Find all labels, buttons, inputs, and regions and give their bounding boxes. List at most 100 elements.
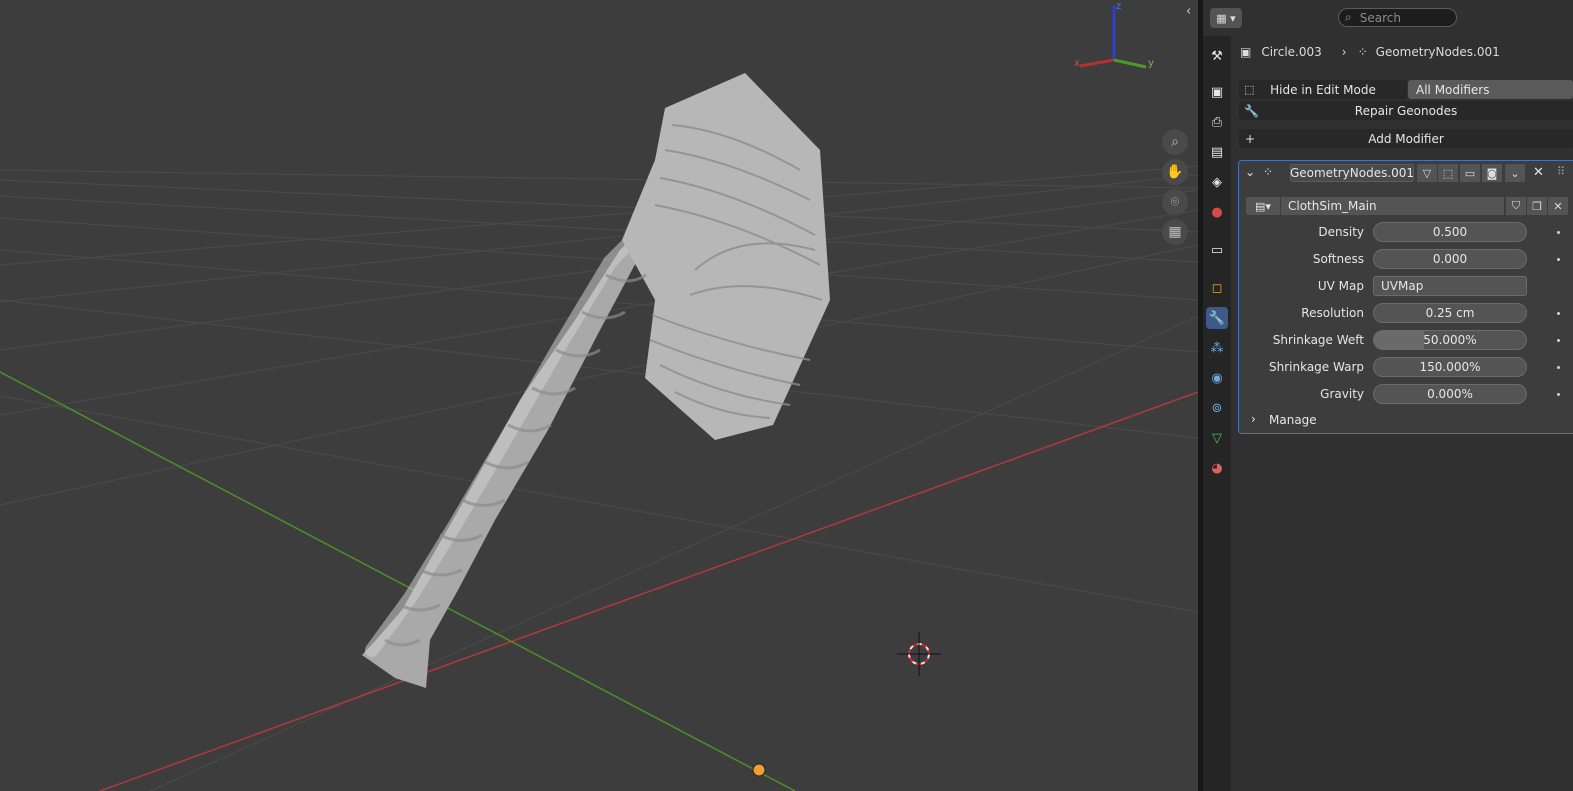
data-tab-icon[interactable]: ▽ — [1206, 427, 1228, 449]
modifier-tab-icon[interactable]: 🔧 — [1206, 307, 1228, 329]
shrinkage-weft-keyframe-dot-icon[interactable] — [1557, 339, 1560, 342]
wrench-icon: 🔧 — [1244, 103, 1259, 118]
grid-perspective-icon[interactable]: ▦ — [1162, 219, 1188, 245]
scene-tab-icon[interactable]: ◈ — [1206, 171, 1228, 193]
unlink-icon[interactable]: ✕ — [1548, 197, 1568, 215]
viewport-toggle-icon[interactable]: ▭ — [1460, 164, 1480, 182]
3d-cursor-icon[interactable] — [897, 632, 941, 676]
hide-in-edit-mode-label: Hide in Edit Mode — [1270, 82, 1376, 97]
physics-tab-icon[interactable]: ◉ — [1206, 367, 1228, 389]
manage-chevron-icon[interactable]: › — [1251, 412, 1256, 426]
floor-grid — [0, 165, 1198, 791]
geometry-nodes-icon: ⁘ — [1357, 45, 1368, 59]
collapse-arrow-icon[interactable]: ‹ — [1186, 4, 1191, 19]
add-modifier-label: Add Modifier — [1368, 131, 1444, 146]
view-layer-tab-icon[interactable]: ▤ — [1206, 141, 1228, 163]
close-icon[interactable]: ✕ — [1533, 165, 1544, 180]
node-group-field[interactable]: ClothSim_Main — [1281, 197, 1504, 215]
search-placeholder: Search — [1359, 10, 1401, 25]
particles-tab-icon[interactable]: ⁂ — [1206, 337, 1228, 359]
material-tab-icon[interactable]: ◕ — [1206, 457, 1228, 479]
hide-in-edit-mode-button[interactable]: ⬚ Hide in Edit Mode — [1239, 80, 1407, 99]
object-icon: ▣ — [1240, 45, 1252, 59]
resolution-value: 0.25 cm — [1425, 306, 1475, 320]
gravity-field[interactable]: 0.000% — [1373, 384, 1527, 404]
density-label: Density — [1318, 225, 1364, 239]
gizmo-y-label: y — [1148, 58, 1154, 69]
node-group-name: ClothSim_Main — [1288, 199, 1377, 213]
viewport-scene[interactable]: z y x — [0, 0, 1198, 791]
panel-collapse-icon[interactable]: ⌄ — [1245, 165, 1255, 179]
search-icon: ⌕ — [1345, 10, 1352, 24]
modifier-name: GeometryNodes.001 — [1289, 166, 1415, 180]
add-modifier-button[interactable]: + Add Modifier — [1239, 129, 1573, 148]
density-field[interactable]: 0.500 — [1373, 222, 1527, 242]
shrinkage-warp-label: Shrinkage Warp — [1268, 360, 1364, 374]
editor-type-button[interactable]: ▦ ▾ — [1210, 8, 1242, 28]
pan-hand-icon[interactable]: ✋ — [1162, 159, 1188, 185]
dropdown-chevron-icon[interactable]: ⌄ — [1505, 164, 1525, 182]
breadcrumb-separator-icon: › — [1341, 45, 1347, 59]
shrinkage-weft-slider-fill — [1374, 331, 1425, 349]
modifier-name-field[interactable]: GeometryNodes.001 — [1290, 164, 1414, 182]
properties-editor: ⚒ ▣ ⎙ ▤ ◈ ● ▭ ◻ 🔧 ⁂ ◉ ⊚ ▽ ◕ ▦ ▾ ⌕ Search… — [1203, 0, 1573, 791]
repair-geonodes-label: Repair Geonodes — [1354, 103, 1458, 118]
gizmo-z-label: z — [1116, 1, 1121, 12]
all-modifiers-button[interactable]: All Modifiers — [1408, 80, 1573, 99]
object-tab-icon[interactable]: ◻ — [1206, 277, 1228, 299]
search-input[interactable]: ⌕ Search — [1338, 8, 1457, 27]
constraints-tab-icon[interactable]: ⊚ — [1206, 397, 1228, 419]
plus-icon: + — [1245, 131, 1256, 146]
manage-label[interactable]: Manage — [1269, 413, 1317, 427]
camera-icon[interactable]: ⌾ — [1162, 189, 1188, 215]
3d-viewport[interactable]: z y x ⌕ ✋ ⌾ ▦ ‹ — [0, 0, 1198, 791]
duplicate-icon[interactable]: ❐ — [1527, 197, 1547, 215]
shrinkage-weft-field[interactable]: 50.000% — [1373, 330, 1527, 350]
softness-label: Softness — [1312, 252, 1364, 266]
repair-geonodes-button[interactable]: 🔧 Repair Geonodes — [1239, 101, 1573, 120]
softness-keyframe-dot-icon[interactable] — [1557, 258, 1560, 261]
output-tab-icon[interactable]: ⎙ — [1206, 111, 1228, 133]
cloth-mesh — [362, 73, 830, 688]
collection-tab-icon[interactable]: ▭ — [1206, 239, 1228, 261]
uv-map-field[interactable]: UVMap — [1373, 276, 1527, 296]
density-keyframe-dot-icon[interactable] — [1557, 231, 1560, 234]
edit-mode-icon: ⬚ — [1244, 83, 1255, 96]
shrinkage-warp-keyframe-dot-icon[interactable] — [1557, 366, 1560, 369]
fake-user-shield-icon[interactable]: ⛉ — [1506, 197, 1526, 215]
properties-tab-strip: ⚒ ▣ ⎙ ▤ ◈ ● ▭ ◻ 🔧 ⁂ ◉ ⊚ ▽ ◕ — [1203, 0, 1231, 791]
breadcrumb-modifier: GeometryNodes.001 — [1375, 45, 1500, 59]
gravity-value: 0.000% — [1427, 387, 1473, 401]
render-toggle-icon[interactable]: ◙ — [1482, 164, 1502, 182]
gravity-keyframe-dot-icon[interactable] — [1557, 393, 1560, 396]
softness-value: 0.000 — [1432, 252, 1468, 266]
drag-handle-icon[interactable]: ⠿ — [1557, 165, 1565, 178]
resolution-field[interactable]: 0.25 cm — [1373, 303, 1527, 323]
uv-map-label: UV Map — [1317, 279, 1364, 293]
uv-map-value: UVMap — [1381, 279, 1424, 293]
shrinkage-warp-value: 150.000% — [1419, 360, 1481, 374]
edit-mode-toggle-icon[interactable]: ▽ — [1417, 164, 1437, 182]
render-tab-icon[interactable]: ▣ — [1206, 81, 1228, 103]
density-value: 0.500 — [1432, 225, 1468, 239]
properties-header: ▦ ▾ ⌕ Search — [1203, 0, 1573, 36]
axis-gizmo[interactable]: z y x — [1074, 1, 1154, 69]
geometry-nodes-icon: ⁘ — [1263, 165, 1274, 179]
softness-field[interactable]: 0.000 — [1373, 249, 1527, 269]
gravity-label: Gravity — [1320, 387, 1364, 401]
gizmo-x-label: x — [1074, 58, 1080, 69]
object-origin-icon[interactable] — [752, 763, 766, 777]
resolution-keyframe-dot-icon[interactable] — [1557, 312, 1560, 315]
x-axis-line — [99, 391, 1198, 791]
shrinkage-warp-field[interactable]: 150.000% — [1373, 357, 1527, 377]
node-group-selector[interactable]: ▤▾ — [1246, 197, 1280, 215]
all-modifiers-label: All Modifiers — [1416, 82, 1490, 97]
tool-tab-icon[interactable]: ⚒ — [1206, 45, 1228, 67]
cage-toggle-icon[interactable]: ⬚ — [1438, 164, 1458, 182]
breadcrumb: ▣ Circle.003 › ⁘ GeometryNodes.001 — [1240, 43, 1500, 61]
resolution-label: Resolution — [1301, 306, 1364, 320]
shrinkage-weft-label: Shrinkage Weft — [1272, 333, 1364, 347]
breadcrumb-object: Circle.003 — [1261, 45, 1322, 59]
world-tab-icon[interactable]: ● — [1206, 201, 1228, 223]
zoom-icon[interactable]: ⌕ — [1162, 129, 1188, 155]
